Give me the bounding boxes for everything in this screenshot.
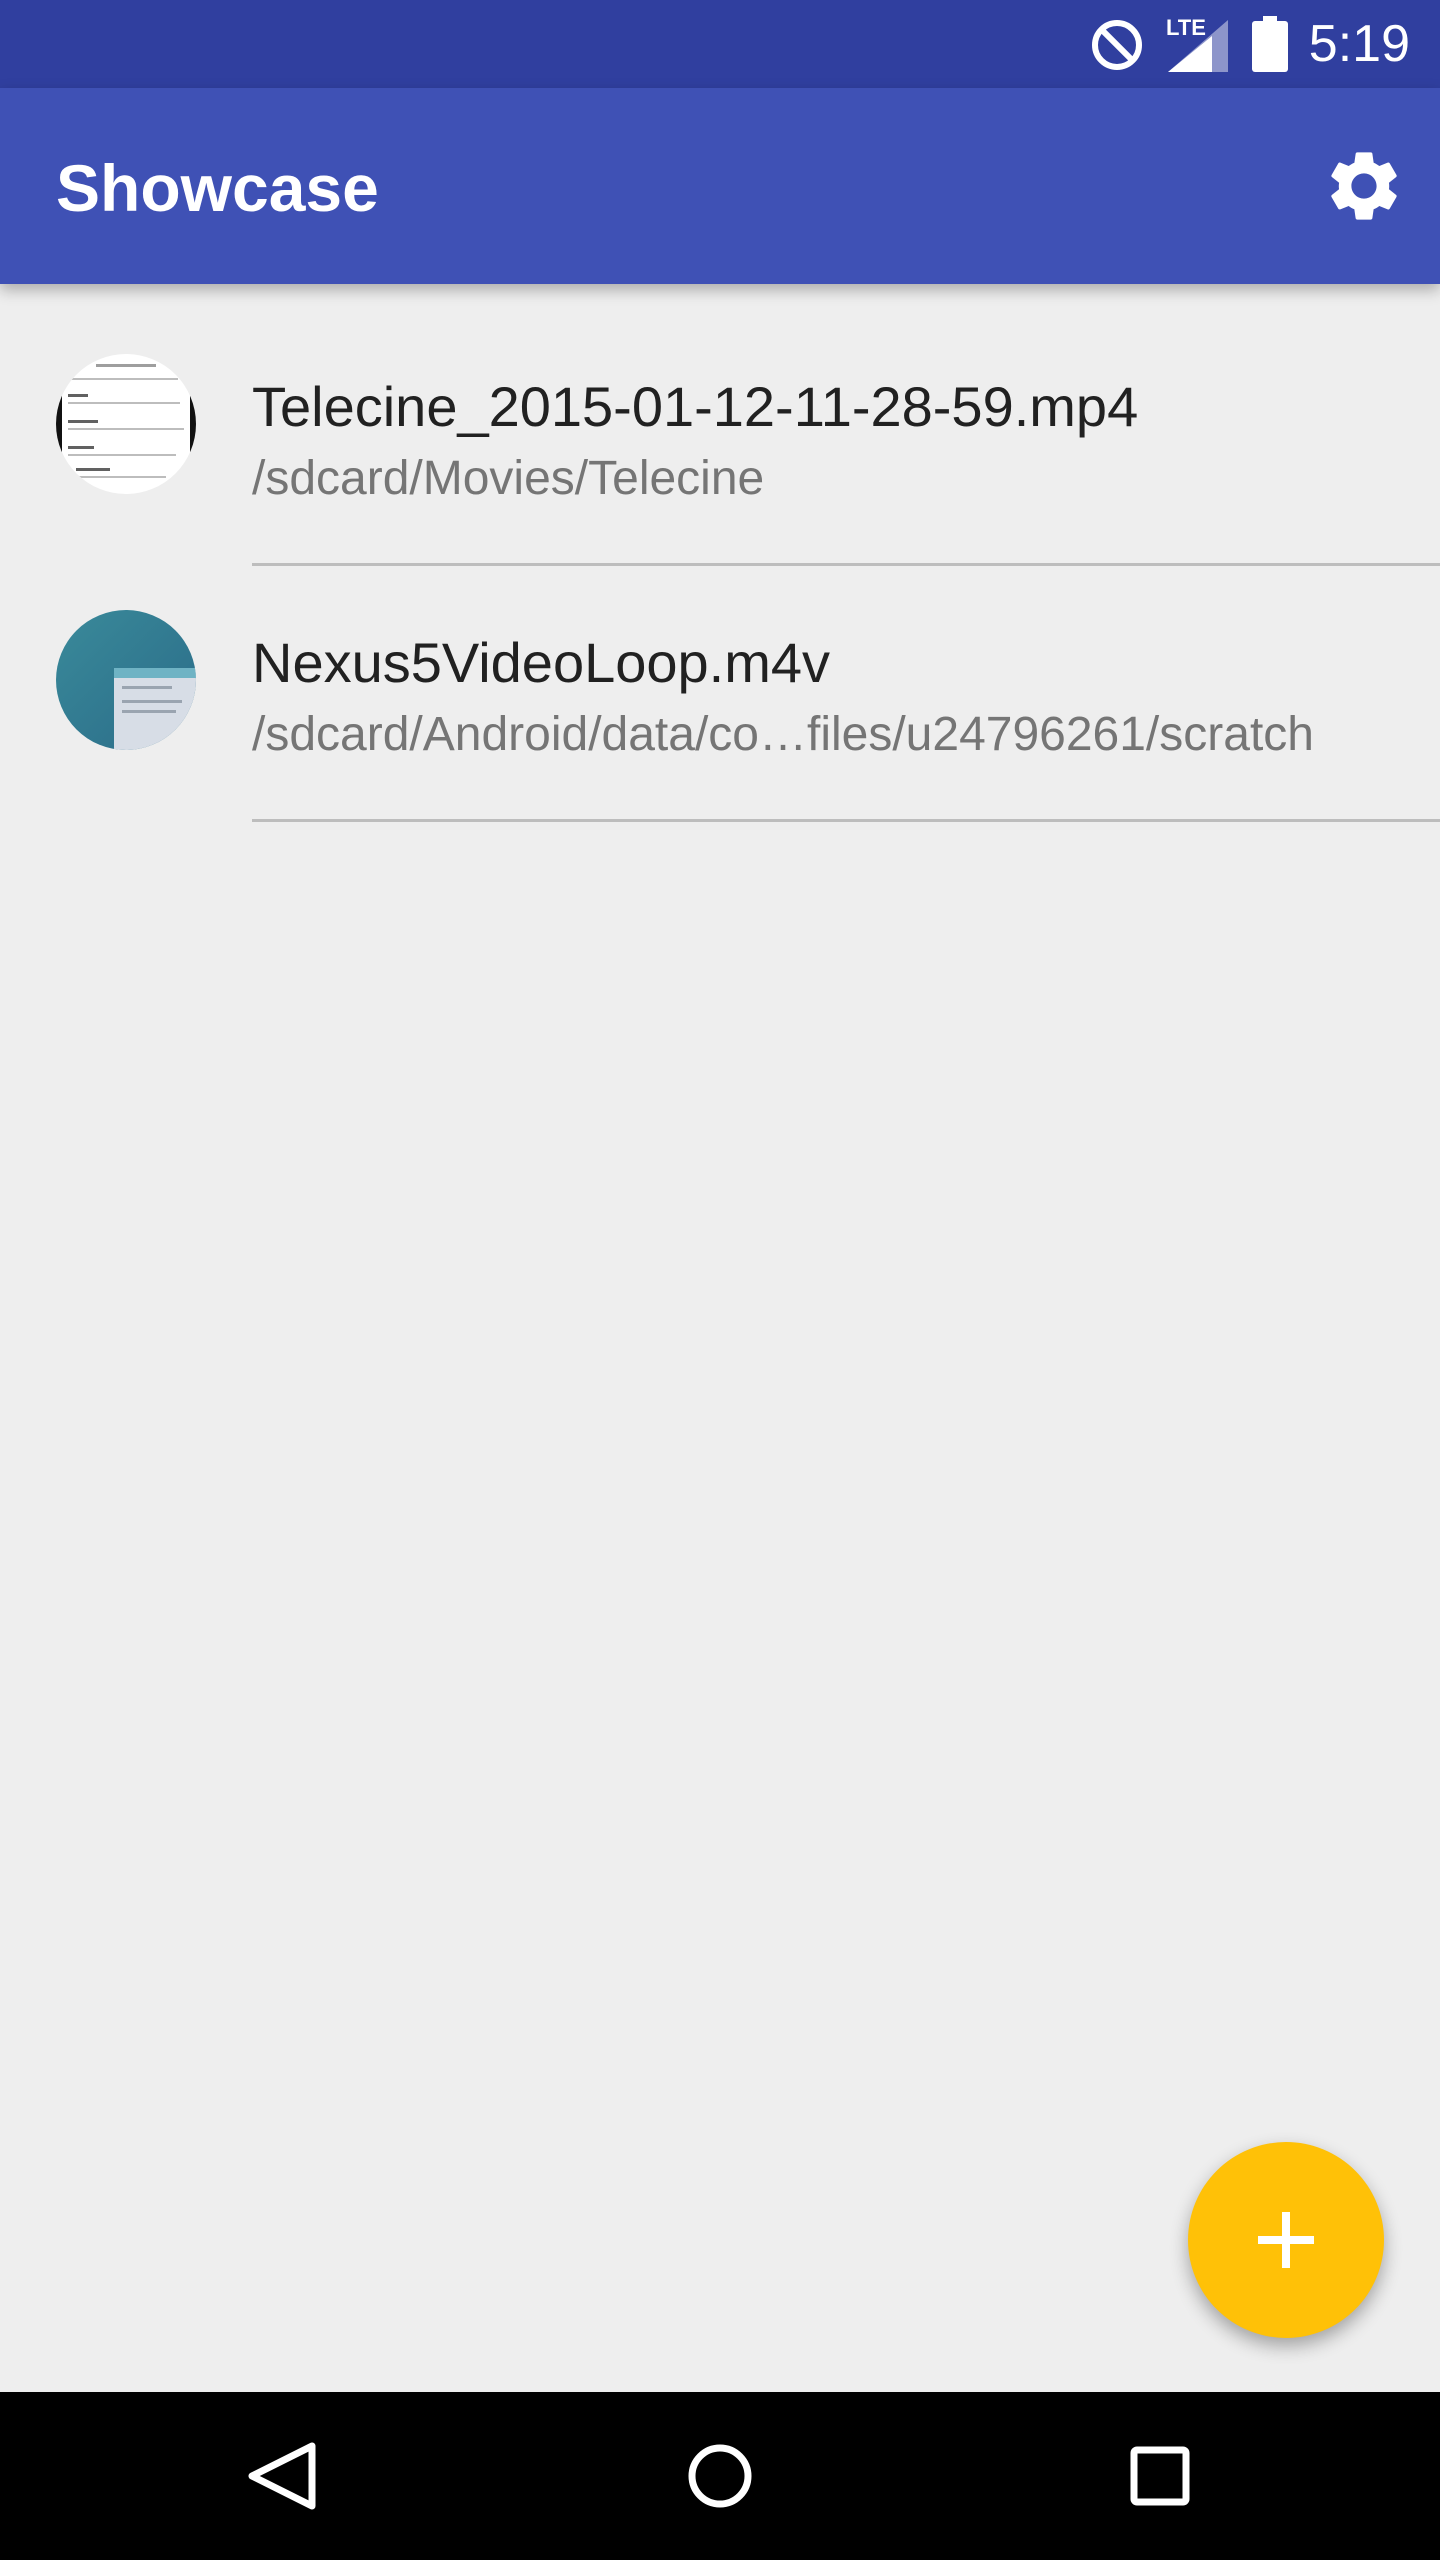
item-subtitle: /sdcard/Android/data/co…files/u24796261/… [252,708,1314,761]
list-item[interactable]: Nexus5VideoLoop.m4v /sdcard/Android/data… [0,540,1440,822]
recents-button[interactable] [1110,2426,1210,2526]
add-button[interactable] [1188,2142,1384,2338]
list-item[interactable]: Telecine_2015-01-12-11-28-59.mp4 /sdcard… [0,284,1440,566]
plus-icon [1258,2212,1314,2268]
document-thumbnail [56,354,196,494]
video-list: Telecine_2015-01-12-11-28-59.mp4 /sdcard… [0,284,1440,822]
item-subtitle: /sdcard/Movies/Telecine [252,452,765,505]
item-title: Nexus5VideoLoop.m4v [252,631,831,694]
back-icon [248,2442,316,2510]
screen: LTE 5:19 Showcase Telecine_2015-01-12-11… [0,0,1440,2560]
app-bar: Showcase [0,88,1440,284]
home-icon [688,2444,752,2508]
home-button[interactable] [670,2426,770,2526]
signal-icon [1168,20,1228,72]
battery-icon [1252,16,1288,72]
recents-icon [1130,2446,1190,2506]
divider [252,819,1440,822]
settings-button[interactable] [1322,144,1406,228]
gear-icon [1331,152,1397,220]
teal-screen-thumbnail [56,610,196,750]
status-bar: LTE 5:19 [0,0,1440,88]
status-time: 5:19 [1308,15,1410,73]
back-button[interactable] [230,2426,330,2526]
navigation-bar [0,2392,1440,2560]
item-title: Telecine_2015-01-12-11-28-59.mp4 [252,375,1139,438]
app-title: Showcase [56,151,379,225]
do-not-disturb-icon [1092,20,1142,70]
